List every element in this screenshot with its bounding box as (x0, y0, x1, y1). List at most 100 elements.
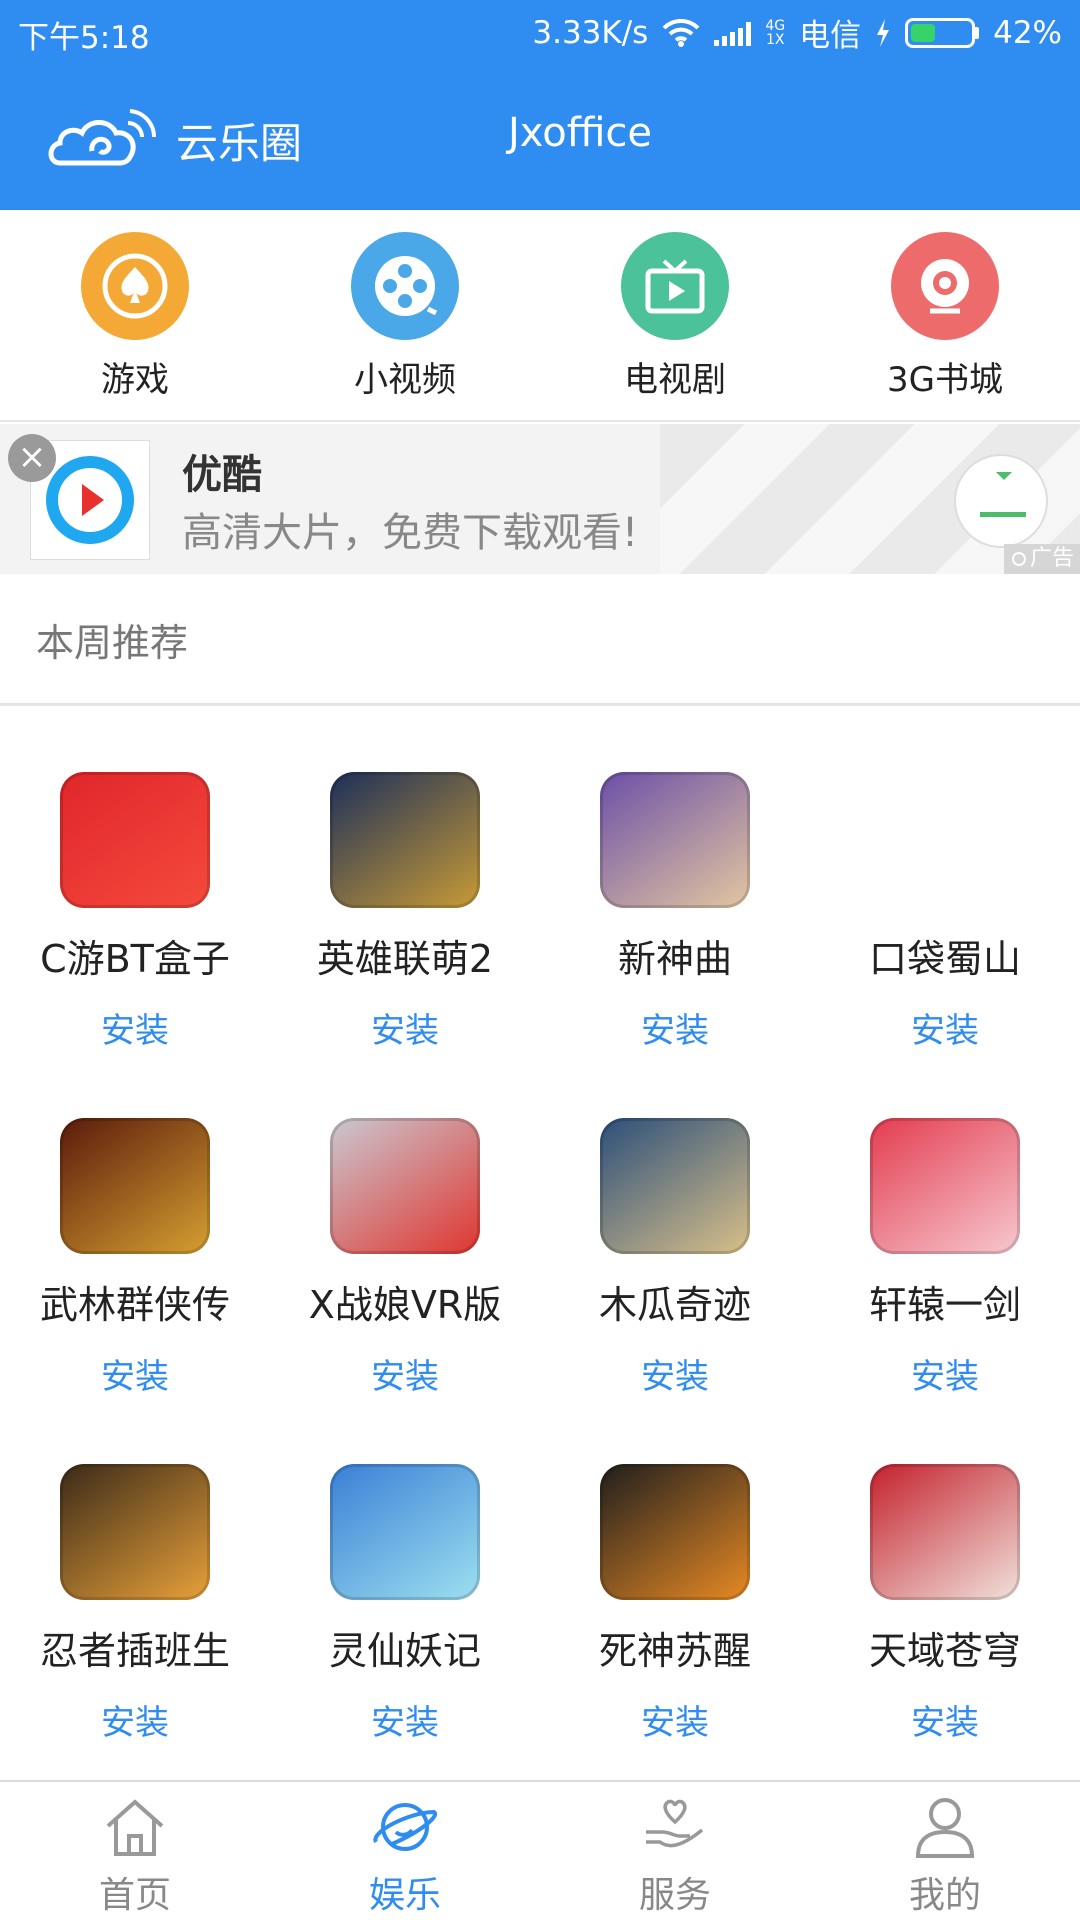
app-name: 灵仙妖记 (328, 1629, 481, 1673)
app-name: 死神苏醒 (598, 1629, 751, 1673)
nav-item-entertainment[interactable]: 娱乐 (270, 1782, 540, 1920)
category-label: 电视剧 (624, 360, 726, 400)
app-card[interactable]: X战娘VR版安装 (270, 1052, 540, 1398)
category-icon-circle (621, 232, 729, 340)
install-button[interactable]: 安装 (101, 1349, 169, 1398)
network-speed: 3.33K/s (532, 14, 649, 51)
app-icon[interactable] (870, 772, 1020, 908)
film-reel-icon (375, 256, 438, 316)
hand-heart-icon (646, 1799, 704, 1848)
ad-banner[interactable]: × 优酷 高清大片，免费下载观看! 广告 (0, 424, 1080, 574)
app-card[interactable]: 新神曲 安装 (540, 706, 810, 1052)
install-button[interactable]: 安装 (911, 1695, 979, 1744)
app-card[interactable]: 死神苏醒 安装 (540, 1398, 810, 1744)
nav-label: 我的 (908, 1875, 981, 1916)
status-indicators: 3.33K/s 4G 1X 电信 42% (532, 10, 1062, 55)
install-button[interactable]: 安装 (641, 1695, 709, 1744)
app-name: 忍者插班生 (39, 1629, 230, 1673)
app-card[interactable]: 忍者插班生 安装 (0, 1398, 270, 1744)
bottom-nav: 首页 娱乐 服务 我的 (0, 1780, 1080, 1920)
nav-label: 服务 (638, 1875, 711, 1916)
ad-download-button[interactable] (954, 454, 1048, 548)
app-card[interactable]: C游BT盒子安装 (0, 706, 270, 1052)
status-bar: 下午5:18 3.33K/s 4G 1X 电信 42% (0, 0, 1080, 62)
status-time: 下午5:18 (18, 20, 150, 56)
install-button[interactable]: 安装 (371, 1349, 439, 1398)
app-card[interactable]: 天域苍穹 安装 (810, 1398, 1080, 1744)
app-grid: C游BT盒子 安装 英雄联萌2 安装 新神曲 安装 口袋蜀山 安装 武林群侠传 安装 X战娘VR版安… (0, 706, 1080, 1776)
network-type: 4G 1X (765, 17, 786, 48)
app-icon[interactable] (330, 1464, 480, 1600)
app-icon[interactable] (330, 772, 480, 908)
category-short-video[interactable]: 小视频 (270, 210, 540, 420)
app-card[interactable]: 口袋蜀山 安装 (810, 706, 1080, 1052)
app-name: 英雄联萌2 (316, 937, 494, 981)
signal-icon (714, 20, 752, 46)
ad-label-badge: 广告 (1004, 544, 1080, 574)
install-button[interactable]: 安装 (371, 1695, 439, 1744)
app-name: 武林群侠传 (39, 1283, 230, 1327)
app-name: C游BT盒子 (40, 937, 230, 981)
download-arrow-icon (996, 472, 1012, 480)
category-label: 小视频 (354, 360, 456, 400)
app-icon[interactable] (600, 1464, 750, 1600)
app-icon[interactable] (600, 1118, 750, 1254)
app-icon[interactable] (60, 1118, 210, 1254)
app-icon[interactable] (60, 772, 210, 908)
carrier-name: 电信 (799, 18, 862, 54)
app-icon[interactable] (600, 772, 750, 908)
charging-icon (877, 18, 890, 47)
nav-item-home[interactable]: 首页 (0, 1782, 270, 1920)
category-games[interactable]: 游戏 (0, 210, 270, 420)
battery-percent: 42% (993, 14, 1062, 51)
install-button[interactable]: 安装 (641, 1349, 709, 1398)
youku-play-icon (46, 456, 134, 544)
ad-close-button[interactable]: × (8, 434, 56, 482)
section-title: 本周推荐 (36, 621, 189, 665)
nav-label: 首页 (98, 1875, 171, 1916)
app-icon[interactable] (60, 1464, 210, 1600)
install-button[interactable]: 安装 (911, 1349, 979, 1398)
app-name: X战娘VR版 (308, 1283, 502, 1327)
app-header: 下午5:18 3.33K/s 4G 1X 电信 42% 云乐圈 Jxoffice (0, 0, 1080, 210)
app-icon[interactable] (330, 1118, 480, 1254)
install-button[interactable]: 安装 (641, 1003, 709, 1052)
battery-fill (911, 23, 936, 42)
category-tv-series[interactable]: 电视剧 (540, 210, 810, 420)
app-card[interactable]: 武林群侠传 安装 (0, 1052, 270, 1398)
page-title: Jxoffice (508, 110, 652, 156)
person-icon (915, 1798, 975, 1858)
app-card[interactable]: 灵仙妖记 安装 (270, 1398, 540, 1744)
wifi-icon (662, 18, 700, 47)
tv-icon (645, 259, 705, 314)
category-icon-circle (351, 232, 459, 340)
category-icon-circle (891, 232, 999, 340)
app-name: 轩辕一剑 (868, 1283, 1021, 1327)
app-card[interactable]: 轩辕一剑 安装 (810, 1052, 1080, 1398)
spade-icon (102, 253, 168, 319)
category-label: 3G书城 (887, 360, 1003, 400)
download-bar-icon (980, 512, 1026, 517)
app-card[interactable]: 木瓜奇迹 安装 (540, 1052, 810, 1398)
app-name: 口袋蜀山 (868, 937, 1021, 981)
category-bookstore[interactable]: 3G书城 (810, 210, 1080, 420)
battery-icon (905, 17, 980, 48)
ad-title: 优酷 (182, 452, 262, 498)
app-name: 木瓜奇迹 (598, 1283, 751, 1327)
nav-item-services[interactable]: 服务 (540, 1782, 810, 1920)
install-button[interactable]: 安装 (101, 1695, 169, 1744)
install-button[interactable]: 安装 (101, 1003, 169, 1052)
app-icon[interactable] (870, 1464, 1020, 1600)
ad-subtitle: 高清大片，免费下载观看! (182, 510, 639, 556)
category-icon-circle (81, 232, 189, 340)
app-name: 新神曲 (617, 937, 732, 981)
category-label: 游戏 (101, 360, 169, 400)
install-button[interactable]: 安装 (911, 1003, 979, 1052)
category-row: 游戏 小视频 电视剧 3G书城 (0, 210, 1080, 422)
app-name: 天域苍穹 (868, 1629, 1021, 1673)
app-card[interactable]: 英雄联萌2 安装 (270, 706, 540, 1052)
planet-icon (373, 1803, 438, 1851)
install-button[interactable]: 安装 (371, 1003, 439, 1052)
nav-item-profile[interactable]: 我的 (810, 1782, 1080, 1920)
app-icon[interactable] (870, 1118, 1020, 1254)
